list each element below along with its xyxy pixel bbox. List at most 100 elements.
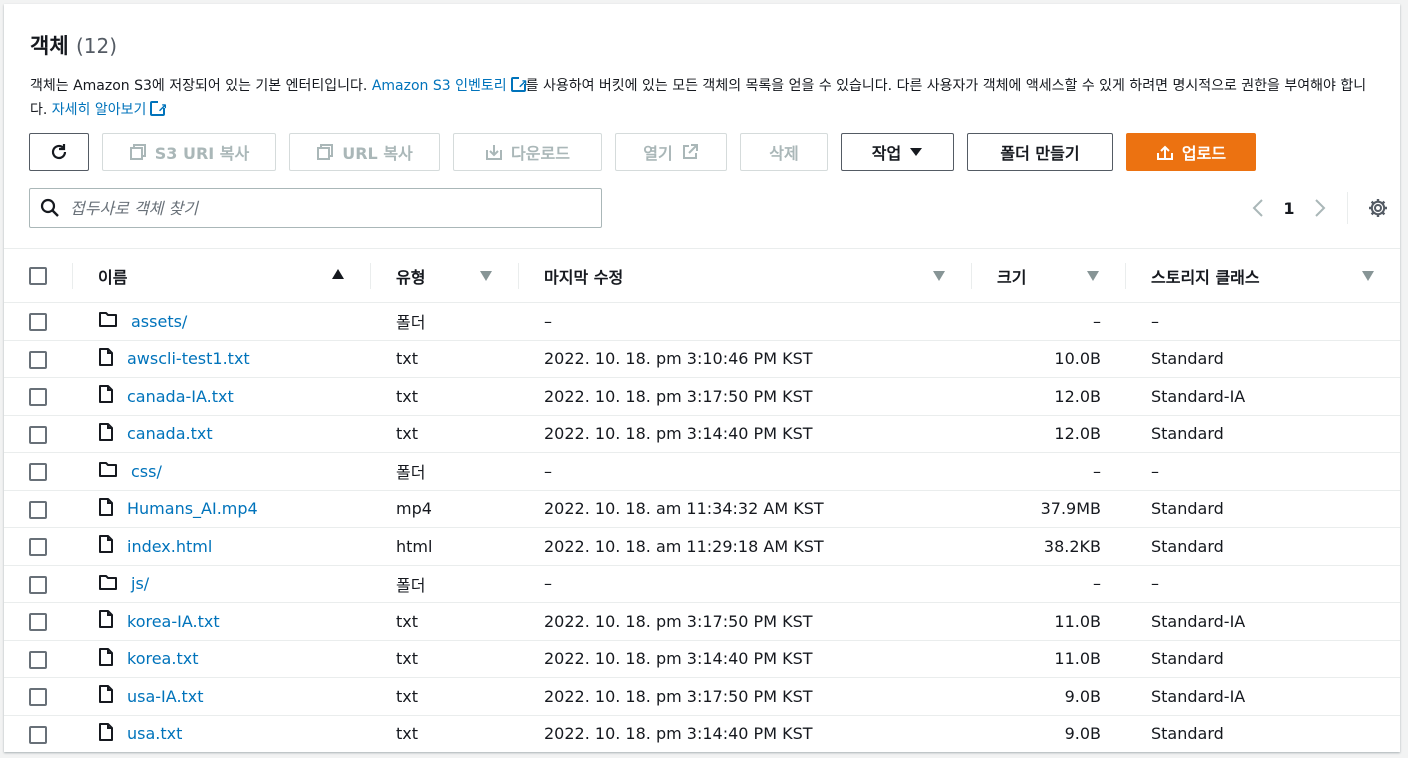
column-header-modified[interactable]: 마지막 수정 (518, 249, 971, 303)
cell-name: css/ (72, 453, 370, 491)
refresh-button[interactable] (29, 133, 89, 171)
folder-icon (98, 460, 118, 482)
sort-icon (480, 271, 492, 281)
cell-type: mp4 (396, 499, 432, 519)
row-checkbox[interactable] (29, 613, 47, 631)
objects-panel: 객체 (12) 객체는 Amazon S3에 저장되어 있는 기본 엔터티입니다… (4, 4, 1400, 752)
create-folder-button[interactable]: 폴더 만들기 (967, 133, 1113, 171)
caret-down-icon (910, 148, 923, 156)
preferences-button[interactable] (1356, 197, 1400, 219)
cell-type: 폴더 (396, 313, 426, 333)
copy-url-button[interactable]: URL 복사 (289, 133, 440, 171)
sort-icon (933, 271, 945, 281)
search-icon (30, 198, 70, 218)
object-name-link[interactable]: usa-IA.txt (127, 687, 204, 706)
download-button[interactable]: 다운로드 (453, 133, 602, 171)
row-checkbox[interactable] (29, 313, 47, 331)
cell-type: 폴더 (396, 463, 426, 483)
chevron-right-icon (1315, 199, 1326, 217)
cell-size: 38.2KB (1043, 536, 1101, 556)
cell-size: 37.9MB (1040, 499, 1101, 519)
row-checkbox[interactable] (29, 350, 47, 369)
object-name-link[interactable]: canada.txt (127, 424, 213, 443)
cell-storage-class: Standard (1151, 536, 1224, 556)
inventory-link[interactable]: Amazon S3 인벤토리 (372, 78, 507, 94)
cell-size: – (1093, 311, 1101, 331)
column-header-name[interactable]: 이름 (72, 249, 370, 303)
column-header-type[interactable]: 유형 (370, 249, 518, 303)
open-button[interactable]: 열기 (615, 133, 727, 171)
copy-icon (129, 144, 146, 160)
select-all-checkbox[interactable] (29, 267, 47, 286)
cell-modified: 2022. 10. 18. am 11:29:18 AM KST (544, 536, 824, 556)
current-page[interactable]: 1 (1277, 199, 1301, 218)
column-header-size[interactable]: 크기 (971, 249, 1125, 303)
search-input[interactable] (70, 198, 570, 218)
row-checkbox[interactable] (29, 425, 47, 444)
row-checkbox[interactable] (29, 725, 47, 744)
sort-asc-icon (332, 269, 344, 279)
cell-storage-class: – (1151, 574, 1159, 594)
actions-dropdown-button[interactable]: 작업 (841, 133, 954, 171)
table-row: index.html html 2022. 10. 18. am 11:29:18 … (4, 528, 1400, 566)
object-name-link[interactable]: korea-IA.txt (127, 612, 220, 631)
external-link-icon (150, 96, 167, 120)
object-name-link[interactable]: css/ (131, 462, 162, 481)
table-header-row: 이름 유형 마지막 수정 크기 스토리지 클래스 (4, 248, 1400, 303)
table-row: canada-IA.txt txt 2022. 10. 18. pm 3:17:50… (4, 378, 1400, 416)
folder-icon (98, 573, 118, 595)
object-name-link[interactable]: korea.txt (127, 649, 198, 668)
column-header-storage-class[interactable]: 스토리지 클래스 (1125, 249, 1400, 303)
delete-button[interactable]: 삭제 (740, 133, 828, 171)
file-icon (98, 534, 114, 558)
upload-button[interactable]: 업로드 (1126, 133, 1256, 171)
file-icon (98, 422, 114, 446)
file-icon (98, 347, 114, 371)
next-page-button[interactable] (1301, 189, 1339, 227)
refresh-icon (51, 144, 67, 160)
cell-name: js/ (72, 565, 370, 603)
page-title: 객체 (12) (30, 34, 118, 58)
cell-size: 9.0B (1064, 724, 1101, 744)
object-name-link[interactable]: index.html (127, 537, 212, 556)
row-checkbox[interactable] (29, 388, 47, 406)
object-name-link[interactable]: awscli-test1.txt (127, 349, 250, 368)
cell-size: 12.0B (1054, 424, 1101, 444)
cell-name: canada-IA.txt (72, 378, 370, 416)
row-checkbox[interactable] (29, 463, 47, 481)
cell-name: canada.txt (72, 415, 370, 453)
table-row: canada.txt txt 2022. 10. 18. pm 3:14:40 PM… (4, 415, 1400, 453)
object-name-link[interactable]: usa.txt (127, 724, 182, 743)
prev-page-button[interactable] (1239, 189, 1277, 227)
object-name-link[interactable]: js/ (131, 574, 149, 593)
copy-icon (317, 144, 334, 160)
file-icon (98, 684, 114, 708)
table-row: awscli-test1.txt txt 2022. 10. 18. pm 3:10… (4, 340, 1400, 378)
row-checkbox[interactable] (29, 575, 47, 594)
cell-storage-class: Standard-IA (1151, 686, 1246, 706)
file-icon (98, 722, 114, 746)
cell-name: assets/ (72, 303, 370, 341)
learn-more-link[interactable]: 자세히 알아보기 (52, 102, 147, 118)
row-checkbox[interactable] (29, 500, 47, 519)
row-select-cell (4, 528, 72, 566)
table-row: Humans_AI.mp4 mp4 2022. 10. 18. am 11:34:3… (4, 490, 1400, 528)
row-checkbox[interactable] (29, 688, 47, 706)
cell-storage-class: Standard (1151, 724, 1224, 744)
cell-storage-class: Standard-IA (1151, 611, 1246, 631)
row-checkbox[interactable] (29, 538, 47, 556)
row-select-cell (4, 603, 72, 641)
row-checkbox[interactable] (29, 650, 47, 669)
cell-type: txt (396, 649, 419, 669)
table-row: assets/폴더 – – – (4, 303, 1400, 341)
external-link-icon (510, 72, 528, 96)
cell-size: – (1093, 574, 1101, 594)
object-name-link[interactable]: assets/ (131, 312, 187, 331)
copy-s3-uri-button[interactable]: S3 URI 복사 (102, 133, 276, 171)
object-name-link[interactable]: canada-IA.txt (127, 387, 234, 406)
cell-name: Humans_AI.mp4 (72, 490, 370, 528)
table-row: js/폴더 – – – (4, 565, 1400, 603)
objects-table-body: assets/폴더 – – – awscli-test1.txt txt 2022. 10.… (4, 303, 1400, 752)
object-name-link[interactable]: Humans_AI.mp4 (127, 499, 258, 518)
objects-description: 객체는 Amazon S3에 저장되어 있는 기본 엔터티입니다. Amazon… (30, 72, 1370, 122)
